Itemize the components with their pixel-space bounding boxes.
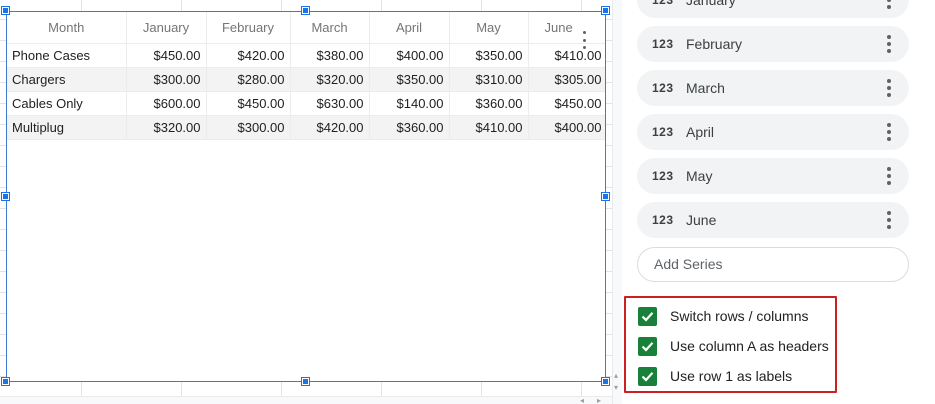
checkmark-icon xyxy=(641,311,654,322)
series-chip-april[interactable]: 123 April xyxy=(637,114,909,150)
chart-editor-panel: 123 January 123 February 123 March 123 A… xyxy=(622,0,935,404)
series-label: March xyxy=(686,80,725,96)
scroll-left-icon[interactable]: ◂ xyxy=(580,397,584,404)
resize-handle-top-left[interactable] xyxy=(2,7,9,14)
resize-handle-left[interactable] xyxy=(2,193,9,200)
table-cell: $380.00 xyxy=(290,43,370,68)
series-label: June xyxy=(686,212,717,228)
table-row: Phone Cases $450.00 $420.00 $380.00 $400… xyxy=(7,43,605,68)
table-cell: $400.00 xyxy=(369,43,450,68)
series-label: January xyxy=(686,0,736,8)
more-vert-icon[interactable] xyxy=(885,0,893,9)
series-label: May xyxy=(686,168,713,184)
row-label: Cables Only xyxy=(7,91,127,116)
table-cell: $350.00 xyxy=(449,43,529,68)
option-label: Use column A as headers xyxy=(670,338,829,354)
table-chart[interactable]: Month January February March April May J… xyxy=(6,11,606,382)
resize-handle-right[interactable] xyxy=(602,193,609,200)
resize-handle-top[interactable] xyxy=(302,7,309,14)
table-cell: $140.00 xyxy=(369,91,450,116)
table-row: Cables Only $600.00 $450.00 $630.00 $140… xyxy=(7,91,605,116)
numeric-123-icon: 123 xyxy=(652,81,674,95)
checkbox[interactable] xyxy=(638,306,657,326)
row-label: Phone Cases xyxy=(7,43,127,68)
series-chip-march[interactable]: 123 March xyxy=(637,70,909,106)
series-chip-january[interactable]: 123 January xyxy=(637,0,909,18)
column-header[interactable]: February xyxy=(206,12,291,44)
checkbox[interactable] xyxy=(638,366,657,386)
checkbox[interactable] xyxy=(638,336,657,356)
table-cell: $360.00 xyxy=(369,115,450,140)
chart-menu-icon[interactable] xyxy=(579,31,589,49)
resize-handle-bottom-right[interactable] xyxy=(602,378,609,385)
more-vert-icon[interactable] xyxy=(885,167,893,185)
numeric-123-icon: 123 xyxy=(652,0,674,7)
table-header-row: Month January February March April May J… xyxy=(7,12,605,44)
numeric-123-icon: 123 xyxy=(652,37,674,51)
more-vert-icon[interactable] xyxy=(885,123,893,141)
option-label: Use row 1 as labels xyxy=(670,368,793,384)
column-header[interactable]: January xyxy=(126,12,207,44)
table-cell: $400.00 xyxy=(528,115,605,140)
row-label: Multiplug xyxy=(7,115,127,140)
option-label: Switch rows / columns xyxy=(670,308,809,324)
scroll-down-icon[interactable]: ▾ xyxy=(614,384,618,392)
table-cell: $300.00 xyxy=(206,115,291,140)
table-cell: $305.00 xyxy=(528,67,605,92)
resize-handle-bottom[interactable] xyxy=(302,378,309,385)
horizontal-scrollbar[interactable]: ◂ ▸ xyxy=(0,396,612,404)
series-label: April xyxy=(686,124,715,140)
column-header[interactable]: March xyxy=(290,12,370,44)
table-cell: $280.00 xyxy=(206,67,291,92)
resize-handle-bottom-left[interactable] xyxy=(2,378,9,385)
column-header[interactable]: April xyxy=(369,12,450,44)
table-cell: $350.00 xyxy=(369,67,450,92)
numeric-123-icon: 123 xyxy=(652,213,674,227)
table-cell: $410.00 xyxy=(449,115,529,140)
table-cell: $320.00 xyxy=(126,115,207,140)
spreadsheet-grid[interactable]: Month January February March April May J… xyxy=(0,0,612,404)
resize-handle-top-right[interactable] xyxy=(602,7,609,14)
series-chip-may[interactable]: 123 May xyxy=(637,158,909,194)
row-label: Chargers xyxy=(7,67,127,92)
table-cell: $300.00 xyxy=(126,67,207,92)
table-cell: $420.00 xyxy=(290,115,370,140)
column-header[interactable]: May xyxy=(449,12,529,44)
chart-table: Month January February March April May J… xyxy=(7,12,605,140)
series-chip-february[interactable]: 123 February xyxy=(637,26,909,62)
column-header[interactable]: Month xyxy=(7,12,127,44)
scroll-right-icon[interactable]: ▸ xyxy=(597,397,601,404)
switch-rows-columns-option[interactable]: Switch rows / columns xyxy=(638,306,808,326)
table-cell: $450.00 xyxy=(206,91,291,116)
column-header[interactable]: June xyxy=(528,12,605,44)
more-vert-icon[interactable] xyxy=(885,79,893,97)
table-cell: $410.00 xyxy=(528,43,605,68)
table-cell: $450.00 xyxy=(126,43,207,68)
use-column-a-headers-option[interactable]: Use column A as headers xyxy=(638,336,829,356)
add-series-button[interactable]: Add Series xyxy=(637,247,909,282)
scroll-up-icon[interactable]: ▴ xyxy=(614,372,618,380)
table-cell: $420.00 xyxy=(206,43,291,68)
series-label: February xyxy=(686,36,743,52)
use-row-1-labels-option[interactable]: Use row 1 as labels xyxy=(638,366,792,386)
table-row: Multiplug $320.00 $300.00 $420.00 $360.0… xyxy=(7,115,605,140)
vertical-scrollbar[interactable]: ▴ ▾ xyxy=(612,0,622,404)
table-cell: $310.00 xyxy=(449,67,529,92)
more-vert-icon[interactable] xyxy=(885,35,893,53)
table-cell: $360.00 xyxy=(449,91,529,116)
table-row: Chargers $300.00 $280.00 $320.00 $350.00… xyxy=(7,67,605,92)
series-chip-june[interactable]: 123 June xyxy=(637,202,909,238)
numeric-123-icon: 123 xyxy=(652,125,674,139)
table-cell: $450.00 xyxy=(528,91,605,116)
checkmark-icon xyxy=(641,371,654,382)
table-cell: $600.00 xyxy=(126,91,207,116)
table-cell: $630.00 xyxy=(290,91,370,116)
checkmark-icon xyxy=(641,341,654,352)
numeric-123-icon: 123 xyxy=(652,169,674,183)
table-cell: $320.00 xyxy=(290,67,370,92)
more-vert-icon[interactable] xyxy=(885,211,893,229)
